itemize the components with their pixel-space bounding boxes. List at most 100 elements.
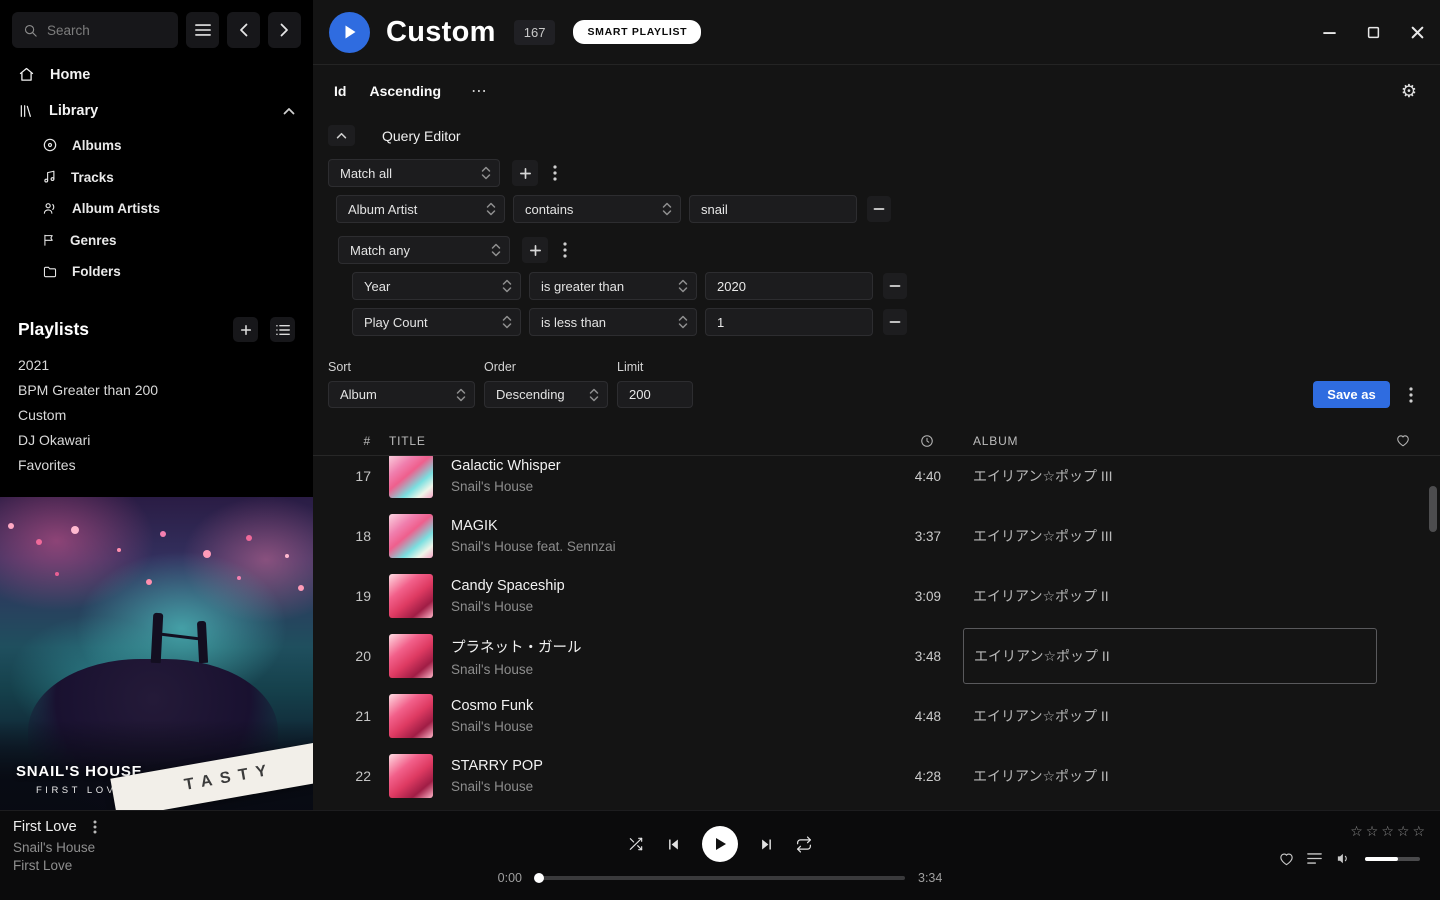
chevron-up-icon (283, 107, 295, 115)
favorite-button[interactable] (1279, 852, 1294, 866)
track-list-viewport: 17 Galactic Whisper Snail's House 4:40 (313, 456, 1440, 810)
add-rule-button[interactable] (522, 237, 548, 263)
playlist-item[interactable]: 2021 (0, 352, 313, 377)
sidebar-item-album-artists[interactable]: Album Artists (0, 193, 313, 224)
rule-field-select[interactable]: Year (352, 272, 521, 300)
playlist-item[interactable]: Custom (0, 402, 313, 427)
select-arrows-icon (581, 388, 599, 402)
remove-rule-button[interactable] (867, 196, 891, 222)
now-playing-menu-button[interactable] (88, 818, 102, 836)
sidebar-item-folders[interactable]: Folders (0, 256, 313, 287)
rule-operator-select[interactable]: is greater than (529, 272, 697, 300)
more-options-button[interactable]: ⋯ (471, 81, 487, 101)
sidebar-item-genres[interactable]: Genres (0, 224, 313, 256)
play-pause-button[interactable] (702, 826, 738, 862)
rule-value-input[interactable] (705, 308, 873, 336)
track-duration: 4:40 (869, 469, 941, 484)
nav-forward-button[interactable] (268, 12, 301, 48)
playlist-item[interactable]: BPM Greater than 200 (0, 377, 313, 402)
sort-select[interactable]: Album (328, 381, 475, 408)
sidebar-item-albums[interactable]: Albums (0, 129, 313, 161)
track-duration: 4:28 (869, 769, 941, 784)
select-arrows-icon (494, 279, 512, 293)
track-row[interactable]: 17 Galactic Whisper Snail's House 4:40 (313, 456, 1440, 506)
star-icon[interactable]: ☆ (1412, 823, 1425, 840)
sort-field-chip[interactable]: Id (334, 83, 346, 99)
rule-operator-select[interactable]: is less than (529, 308, 697, 336)
column-header-title[interactable]: TITLE (371, 434, 869, 448)
next-button[interactable] (759, 837, 774, 852)
rule-field-select[interactable]: Play Count (352, 308, 521, 336)
track-title: STARRY POP (451, 758, 543, 774)
track-artist: Snail's House (451, 479, 561, 494)
star-icon[interactable]: ☆ (1397, 823, 1410, 840)
remove-rule-button[interactable] (883, 273, 907, 299)
track-album-cell[interactable]: エイリアン☆ポップ III (973, 508, 1385, 564)
collapse-query-editor-button[interactable] (328, 125, 355, 146)
track-row[interactable]: 22 STARRY POP Snail's House 4:28 (313, 746, 1440, 806)
rating-stars[interactable]: ☆ ☆ ☆ ☆ ☆ (1350, 823, 1425, 840)
volume-button[interactable] (1335, 851, 1352, 866)
query-menu-button[interactable] (1402, 381, 1420, 408)
play-playlist-button[interactable] (329, 12, 370, 53)
query-rule-row: Album Artist contains (336, 195, 1420, 223)
column-header-album[interactable]: ALBUM (973, 434, 1385, 448)
track-album-cell[interactable]: エイリアン☆ポップ II (973, 628, 1385, 684)
gear-icon[interactable]: ⚙ (1401, 81, 1417, 102)
volume-slider[interactable] (1365, 857, 1420, 861)
playlist-item[interactable]: Favorites (0, 452, 313, 477)
search-input[interactable] (47, 23, 159, 38)
albums-icon (42, 137, 58, 153)
track-album-cell[interactable]: エイリアン☆ポップ II (973, 568, 1385, 624)
close-button[interactable] (1400, 16, 1434, 50)
now-playing-info: First Love Snail's House First Love (13, 818, 102, 873)
column-header-duration[interactable] (869, 434, 941, 448)
sort-direction-chip[interactable]: Ascending (369, 83, 441, 99)
add-playlist-button[interactable] (233, 317, 258, 342)
maximize-button[interactable] (1356, 16, 1390, 50)
track-row[interactable]: 18 MAGIK Snail's House feat. Sennzai 3:3… (313, 506, 1440, 566)
track-album-cell[interactable]: エイリアン☆ポップ II (973, 688, 1385, 744)
seek-handle[interactable] (534, 873, 544, 883)
sidebar-item-library[interactable]: Library (0, 93, 313, 129)
sidebar-item-home[interactable]: Home (0, 56, 313, 93)
scrollbar-thumb[interactable] (1429, 486, 1437, 532)
playlist-item[interactable]: DJ Okawari (0, 427, 313, 452)
minimize-button[interactable] (1312, 16, 1346, 50)
star-icon[interactable]: ☆ (1366, 823, 1379, 840)
track-row[interactable]: 19 Candy Spaceship Snail's House 3:09 (313, 566, 1440, 626)
column-header-number[interactable]: # (313, 434, 371, 448)
match-type-select[interactable]: Match all (328, 159, 500, 187)
seek-bar[interactable] (535, 876, 905, 880)
playlist-view-button[interactable] (270, 317, 295, 342)
search-box[interactable] (12, 12, 178, 48)
rule-operator-select[interactable]: contains (513, 195, 681, 223)
shuffle-button[interactable] (627, 836, 645, 852)
sidebar-item-tracks[interactable]: Tracks (0, 161, 313, 193)
column-header-favorite[interactable] (1385, 434, 1440, 447)
track-row[interactable]: 20 プラネット・ガール Snail's House 3:48 (313, 626, 1440, 686)
repeat-button[interactable] (795, 836, 813, 853)
track-album-cell[interactable]: エイリアン☆ポップ II (973, 748, 1385, 804)
rule-field-select[interactable]: Album Artist (336, 195, 505, 223)
star-icon[interactable]: ☆ (1381, 823, 1394, 840)
queue-icon (1307, 852, 1322, 865)
order-select[interactable]: Descending (484, 381, 608, 408)
rule-value-input[interactable] (705, 272, 873, 300)
rule-value-input[interactable] (689, 195, 857, 223)
queue-button[interactable] (1307, 852, 1322, 865)
root-match-row: Match all (328, 159, 1420, 187)
remove-rule-button[interactable] (883, 309, 907, 335)
track-album-cell[interactable]: エイリアン☆ポップ III (973, 456, 1385, 504)
limit-input[interactable] (617, 381, 693, 408)
match-type-select[interactable]: Match any (338, 236, 510, 264)
save-as-button[interactable]: Save as (1313, 381, 1390, 408)
track-row[interactable]: 21 Cosmo Funk Snail's House 4:48 (313, 686, 1440, 746)
group-menu-button[interactable] (546, 160, 564, 186)
nav-back-button[interactable] (227, 12, 260, 48)
menu-button[interactable] (186, 12, 219, 48)
add-rule-button[interactable] (512, 160, 538, 186)
group-menu-button[interactable] (556, 237, 574, 263)
star-icon[interactable]: ☆ (1350, 823, 1363, 840)
previous-button[interactable] (666, 837, 681, 852)
